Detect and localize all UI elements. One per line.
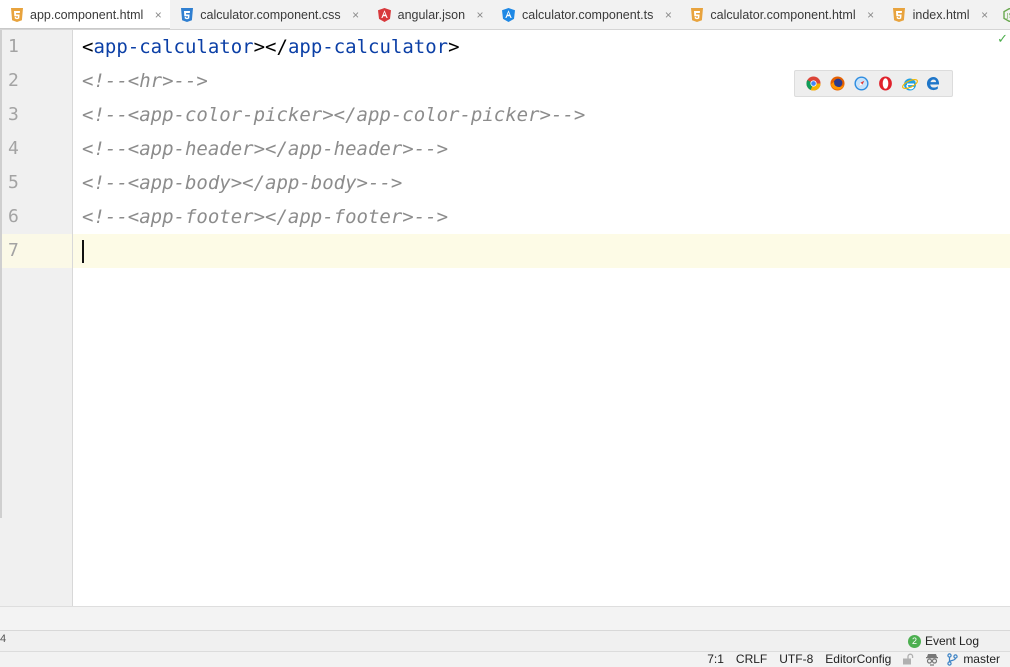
line-number-gutter: 1 2 3 4 5 6 7 (0, 30, 73, 606)
css-file-icon (180, 8, 193, 22)
firefox-icon[interactable] (829, 76, 845, 92)
angular-ts-icon (502, 8, 516, 22)
cursor-position[interactable]: 7:1 (707, 652, 724, 666)
inspector-icon[interactable] (925, 652, 939, 666)
line-number: 4 (8, 138, 19, 159)
open-in-browser-toolbar (794, 70, 953, 97)
tab-label: app.component.html (30, 8, 144, 22)
file-encoding[interactable]: UTF-8 (779, 652, 813, 666)
line-number: 1 (8, 36, 19, 57)
code-line-comment[interactable]: <!--<app-header></app-header>--> (82, 132, 448, 166)
angular-icon (377, 8, 391, 22)
unlock-icon[interactable] (901, 652, 915, 666)
tab-label: angular.json (397, 8, 466, 22)
chrome-icon[interactable] (805, 76, 821, 92)
tool-window-number: 4 (0, 633, 7, 645)
code-editor[interactable]: <app-calculator></app-calculator> <!--<h… (73, 30, 1010, 606)
tab-calculator-component-html[interactable]: calculator.component.html × (680, 0, 882, 29)
svg-text:JS: JS (1005, 12, 1010, 19)
close-icon[interactable]: × (350, 8, 362, 22)
tag-bracket: < (82, 36, 94, 58)
status-bar-widgets: 7:1 CRLF UTF-8 EditorConfig master (695, 652, 1000, 666)
tool-window-bar (0, 630, 1010, 651)
git-branch-name[interactable]: master (963, 652, 1000, 666)
code-line[interactable]: <app-calculator></app-calculator> (82, 30, 460, 64)
tab-label: calculator.component.css (200, 8, 341, 22)
tab-overflow[interactable]: JS m (997, 0, 1010, 29)
event-log-button[interactable]: 2 Event Log (907, 634, 979, 648)
tag-name: app-calculator (287, 36, 449, 58)
tab-label: calculator.component.html (710, 8, 856, 22)
tab-label: index.html (912, 8, 970, 22)
close-icon[interactable]: × (152, 8, 164, 22)
git-branch-icon[interactable] (945, 652, 959, 666)
html-file-icon (10, 8, 23, 22)
code-line-comment[interactable]: <!--<hr>--> (82, 64, 208, 98)
editor-tab-bar: app.component.html × calculator.componen… (0, 0, 1010, 30)
text-caret (82, 240, 84, 263)
tag-name: app-calculator (93, 36, 254, 58)
tab-calculator-component-css[interactable]: calculator.component.css × (170, 0, 367, 29)
close-icon[interactable]: × (979, 8, 991, 22)
html-file-icon (893, 8, 906, 22)
tab-angular-json[interactable]: angular.json × (368, 0, 492, 29)
opera-icon[interactable] (878, 76, 894, 92)
event-log-label: Event Log (924, 634, 979, 648)
code-line-comment[interactable]: <!--<app-color-picker></app-color-picker… (82, 98, 585, 132)
gutter-edge (0, 30, 2, 518)
line-number: 5 (8, 172, 19, 193)
inspection-ok-icon[interactable]: ✓ (997, 32, 1008, 47)
line-separator[interactable]: CRLF (736, 652, 767, 666)
close-icon[interactable]: × (662, 8, 674, 22)
tab-label: calculator.component.ts (522, 8, 654, 22)
ie-icon[interactable] (901, 76, 918, 92)
editorconfig-widget[interactable]: EditorConfig (825, 652, 891, 666)
safari-icon[interactable] (853, 76, 869, 92)
html-file-icon (690, 8, 703, 22)
tag-bracket: > (448, 36, 460, 58)
close-icon[interactable]: × (865, 8, 877, 22)
code-line-comment[interactable]: <!--<app-footer></app-footer>--> (82, 200, 448, 234)
edge-icon[interactable] (926, 76, 942, 92)
tag-bracket: ></ (253, 36, 288, 58)
line-number: 2 (8, 70, 19, 91)
code-line-comment[interactable]: <!--<app-body></app-body>--> (82, 166, 402, 200)
tab-index-html[interactable]: index.html × (883, 0, 997, 29)
tab-calculator-component-ts[interactable]: calculator.component.ts × (492, 0, 680, 29)
close-icon[interactable]: × (474, 8, 486, 22)
tab-app-component-html[interactable]: app.component.html × (0, 0, 171, 29)
line-number: 7 (8, 240, 19, 261)
line-number: 3 (8, 104, 19, 125)
event-count-badge: 2 (907, 634, 921, 648)
horizontal-scroll-area[interactable] (0, 606, 1010, 630)
line-number: 6 (8, 206, 19, 227)
nodejs-icon: JS (1002, 7, 1010, 22)
current-line-highlight (73, 234, 1010, 268)
